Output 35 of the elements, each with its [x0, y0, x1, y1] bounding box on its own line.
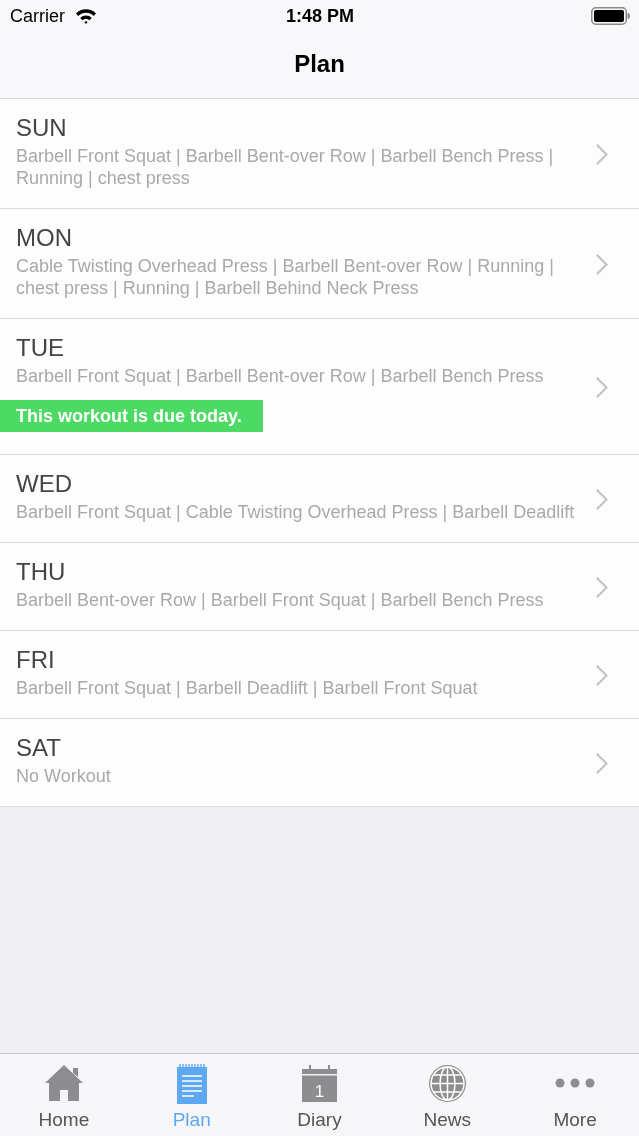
more-dots-icon	[555, 1078, 596, 1088]
exercise-list: No Workout	[16, 765, 591, 787]
chevron-right-icon	[596, 376, 608, 398]
day-label: SUN	[16, 114, 68, 142]
tab-bar-item[interactable]: News	[383, 1054, 512, 1136]
day-label: THU	[16, 558, 67, 586]
tab-bar-item[interactable]: Home	[0, 1054, 128, 1136]
battery-icon	[591, 7, 630, 25]
day-label: MON	[16, 224, 73, 252]
chevron-right-icon	[596, 143, 608, 165]
day-label: FRI	[16, 646, 56, 674]
exercise-list: Barbell Front Squat | Cable Twisting Overhead Press | Barbell Deadlift	[16, 501, 591, 523]
notepad-icon	[176, 1062, 207, 1104]
due-notice-banner: This workout is due today.	[0, 400, 263, 432]
chevron-right-icon	[596, 488, 608, 510]
exercise-list: Barbell Front Squat | Barbell Deadlift | Barbell Front Squat	[16, 677, 591, 699]
exercise-list: Barbell Front Squat | Barbell Bent-over Row | Barbell Bench Press | Running | chest press	[16, 145, 591, 189]
day-label: SAT	[16, 734, 62, 762]
status-time: 1:48 PM	[286, 5, 354, 27]
chevron-right-icon	[596, 752, 608, 774]
globe-icon	[427, 1063, 467, 1103]
chevron-right-icon	[596, 664, 608, 686]
tab-bar-item[interactable]: 1 Diary	[255, 1054, 384, 1136]
tab-bar-item[interactable]: More	[511, 1054, 639, 1136]
chevron-right-icon	[596, 253, 608, 275]
day-label: TUE	[16, 334, 65, 362]
exercise-list: Cable Twisting Overhead Press | Barbell Bent-over Row | Running | chest press | Running | Barbell Behind Neck Press	[16, 255, 591, 299]
day-label: WED	[16, 470, 73, 498]
exercise-list: Barbell Front Squat | Barbell Bent-over Row | Barbell Bench Press	[16, 365, 591, 387]
wifi-icon	[75, 8, 97, 24]
house-icon	[43, 1064, 84, 1102]
chevron-right-icon	[596, 576, 608, 598]
exercise-list: Barbell Bent-over Row | Barbell Front Squat | Barbell Bench Press	[16, 589, 591, 611]
carrier-name: Carrier	[10, 5, 65, 27]
page-title: Plan	[294, 50, 345, 78]
